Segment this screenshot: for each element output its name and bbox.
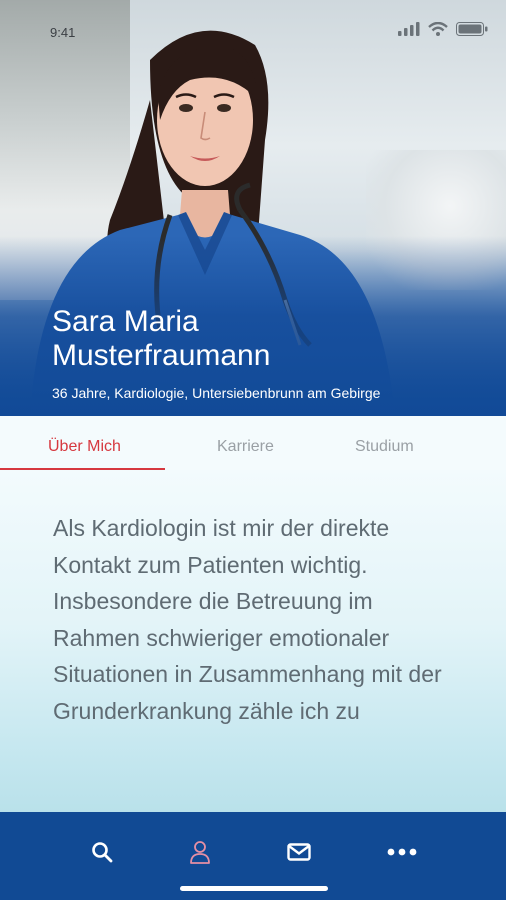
status-time: 9:41 [50, 25, 76, 40]
home-indicator[interactable] [180, 886, 328, 891]
profile-name: Sara Maria Musterfraumann [52, 305, 270, 373]
nav-more-button[interactable] [386, 836, 418, 868]
signal-icon [398, 22, 420, 36]
tab-ueber-mich[interactable]: Über Mich [48, 416, 121, 470]
about-text: Als Kardiologin ist mir der direkte Kont… [53, 515, 442, 724]
search-icon [92, 842, 113, 863]
about-section: Als Kardiologin ist mir der direkte Kont… [0, 470, 506, 812]
profile-subtitle: 36 Jahre, Kardiologie, Untersiebenbrunn … [52, 385, 381, 401]
profile-tabs: Über Mich Karriere Studium [0, 416, 506, 471]
more-icon [387, 848, 417, 856]
mail-icon [287, 843, 311, 861]
status-icons [398, 22, 488, 36]
wifi-icon [428, 22, 448, 36]
profile-name-line1: Sara Maria [52, 305, 199, 338]
battery-icon [456, 22, 488, 36]
profile-name-line2: Musterfraumann [52, 339, 271, 372]
nav-messages-button[interactable] [283, 836, 315, 868]
tab-studium[interactable]: Studium [355, 416, 414, 470]
tab-karriere[interactable]: Karriere [217, 416, 274, 470]
nav-profile-button[interactable] [184, 836, 216, 868]
profile-icon [190, 841, 210, 864]
status-bar: 9:41 [0, 0, 506, 60]
nav-search-button[interactable] [86, 836, 118, 868]
